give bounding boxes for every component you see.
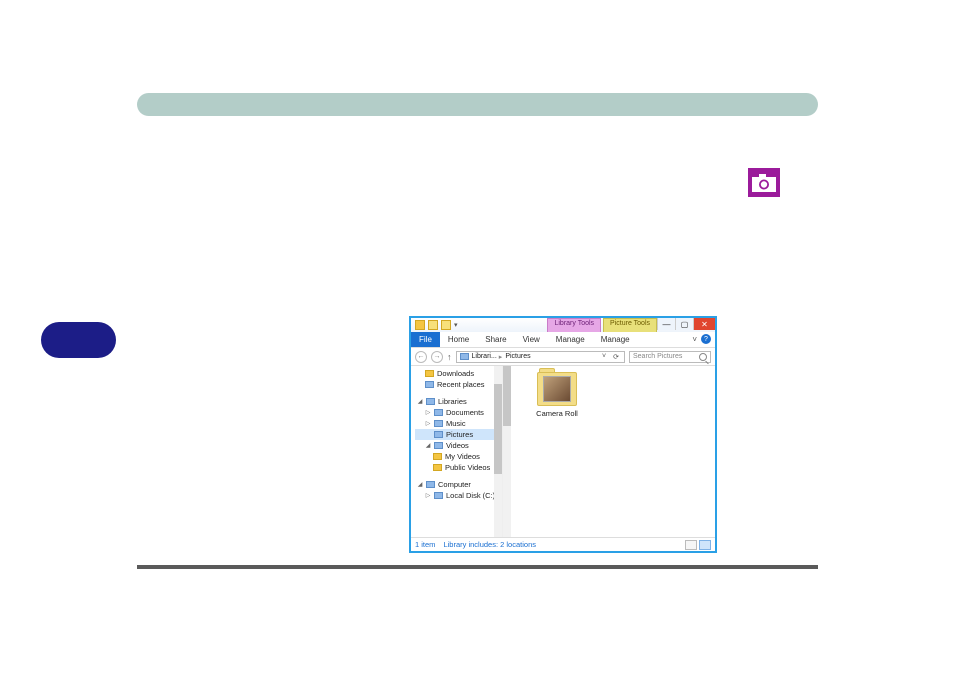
explorer-icon <box>415 320 425 330</box>
qa-newfolder-icon[interactable] <box>441 320 451 330</box>
tree-pictures[interactable]: Pictures <box>415 429 500 440</box>
address-bar-row: ← → ↑ Librari...▸ Pictures ˅ ⟳ Search Pi… <box>411 348 715 366</box>
address-bar[interactable]: Librari...▸ Pictures ˅ ⟳ <box>456 351 626 363</box>
navpane-scrollbar[interactable] <box>494 366 502 537</box>
folder-camera-roll[interactable]: Camera Roll <box>527 372 587 418</box>
folder-tree: Downloads Recent places ◢Libraries ▷Docu… <box>411 366 502 509</box>
qa-properties-icon[interactable] <box>428 320 438 330</box>
navpane-scroll-thumb[interactable] <box>494 384 502 474</box>
tree-recent-places[interactable]: Recent places <box>415 379 500 390</box>
quick-access-toolbar: ▾ <box>411 320 458 330</box>
context-tab-picture-tools[interactable]: Picture Tools <box>603 318 657 332</box>
ribbon-collapse-icon[interactable]: ˅ <box>692 335 697 344</box>
view-details-button[interactable] <box>685 540 697 550</box>
help-button[interactable]: ? <box>701 334 711 344</box>
ribbon-tab-manage-library[interactable]: Manage <box>548 332 593 347</box>
tree-public-videos[interactable]: Public Videos <box>415 462 500 473</box>
folder-icon <box>537 372 577 406</box>
ribbon-tab-view[interactable]: View <box>515 332 548 347</box>
page-banner <box>137 93 818 116</box>
tree-my-videos[interactable]: My Videos <box>415 451 500 462</box>
tree-computer[interactable]: ◢Computer <box>415 479 500 490</box>
content-scrollbar[interactable] <box>503 366 511 537</box>
context-tab-library-tools[interactable]: Library Tools <box>547 318 601 332</box>
tree-documents[interactable]: ▷Documents <box>415 407 500 418</box>
status-bar: 1 item Library includes: 2 locations <box>411 537 715 551</box>
search-icon <box>699 353 707 361</box>
qa-dropdown-icon[interactable]: ▾ <box>454 321 458 329</box>
breadcrumb-libraries[interactable]: Librari...▸ <box>472 353 503 361</box>
breadcrumb-pictures[interactable]: Pictures <box>505 353 530 360</box>
search-input[interactable]: Search Pictures <box>629 351 711 363</box>
status-item-count: 1 item <box>415 540 435 549</box>
tree-downloads[interactable]: Downloads <box>415 368 500 379</box>
nav-forward-button[interactable]: → <box>431 351 443 363</box>
status-library-locations[interactable]: Library includes: 2 locations <box>443 540 536 549</box>
contextual-tab-headers: Library Tools Picture Tools <box>547 318 657 332</box>
tree-music[interactable]: ▷Music <box>415 418 500 429</box>
tree-libraries[interactable]: ◢Libraries <box>415 396 500 407</box>
location-icon <box>460 353 469 360</box>
nav-back-button[interactable]: ← <box>415 351 427 363</box>
file-explorer-window: ▾ Pictures Library Tools Picture Tools —… <box>409 316 717 553</box>
ribbon-tab-share[interactable]: Share <box>477 332 514 347</box>
camera-app-icon <box>748 168 780 197</box>
nav-up-button[interactable]: ↑ <box>447 352 452 362</box>
side-pill <box>41 322 116 358</box>
minimize-button[interactable]: — <box>657 318 675 330</box>
address-dropdown-icon[interactable]: ˅ <box>600 353 608 360</box>
explorer-body: Downloads Recent places ◢Libraries ▷Docu… <box>411 366 715 537</box>
folder-label: Camera Roll <box>527 409 587 418</box>
view-thumbnails-button[interactable] <box>699 540 711 550</box>
window-controls: — ▢ ✕ <box>657 318 715 330</box>
tree-local-disk-c[interactable]: ▷Local Disk (C:) <box>415 490 500 501</box>
ribbon-tab-manage-picture[interactable]: Manage <box>593 332 638 347</box>
titlebar[interactable]: ▾ Pictures Library Tools Picture Tools —… <box>411 318 715 332</box>
ribbon-tab-home[interactable]: Home <box>440 332 477 347</box>
page-footer-rule <box>137 565 818 569</box>
refresh-button[interactable]: ⟳ <box>611 353 621 361</box>
close-button[interactable]: ✕ <box>693 318 715 330</box>
search-placeholder: Search Pictures <box>633 353 682 360</box>
tree-videos[interactable]: ◢Videos <box>415 440 500 451</box>
content-scroll-thumb[interactable] <box>503 366 511 426</box>
content-pane[interactable]: Camera Roll <box>503 366 715 537</box>
ribbon: File Home Share View Manage Manage ˅ ? <box>411 332 715 348</box>
navigation-pane: Downloads Recent places ◢Libraries ▷Docu… <box>411 366 503 537</box>
maximize-button[interactable]: ▢ <box>675 318 693 330</box>
ribbon-tab-file[interactable]: File <box>411 332 440 347</box>
